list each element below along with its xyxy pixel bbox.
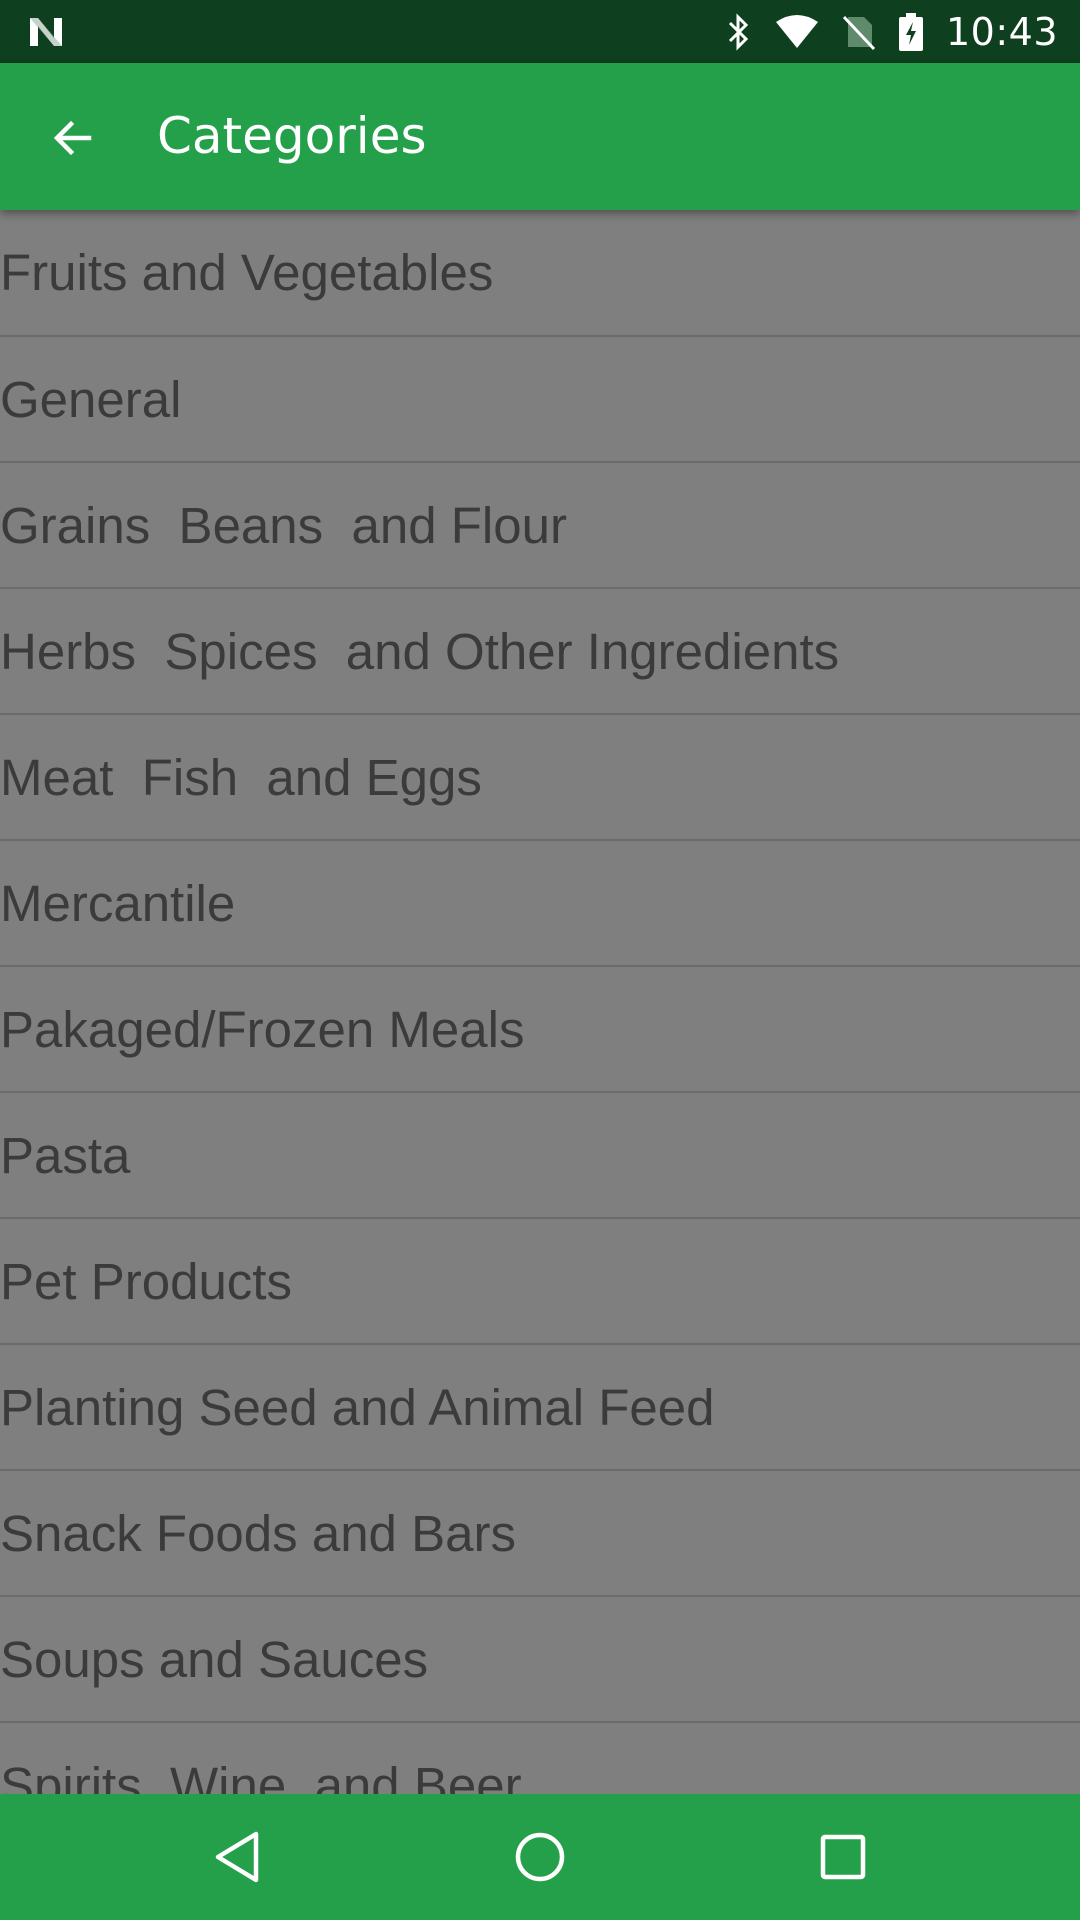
- list-item[interactable]: Pakaged/Frozen Meals: [0, 967, 1080, 1093]
- status-time: 10:43: [945, 9, 1058, 54]
- category-list[interactable]: Fruits and Vegetables General Grains Bea…: [0, 210, 1080, 1794]
- list-item[interactable]: Grains Beans and Flour: [0, 463, 1080, 589]
- back-button[interactable]: [38, 103, 108, 173]
- list-item[interactable]: General: [0, 337, 1080, 463]
- list-item[interactable]: Soups and Sauces: [0, 1597, 1080, 1723]
- notification-n-icon: [30, 18, 62, 46]
- list-item-label: Mercantile: [0, 874, 236, 932]
- arrow-back-icon: [53, 120, 92, 156]
- app-bar: Categories: [0, 63, 1080, 210]
- list-item[interactable]: Planting Seed and Animal Feed: [0, 1345, 1080, 1471]
- list-item[interactable]: Fruits and Vegetables: [0, 210, 1080, 337]
- list-item-label: Planting Seed and Animal Feed: [0, 1378, 715, 1436]
- navigation-bar: [0, 1794, 1080, 1920]
- list-item-label: Pakaged/Frozen Meals: [0, 1000, 525, 1058]
- list-item-label: General: [0, 370, 182, 428]
- list-item-label: Soups and Sauces: [0, 1630, 429, 1688]
- list-item[interactable]: Meat Fish and Eggs: [0, 715, 1080, 841]
- list-item-label: Pet Products: [0, 1252, 292, 1310]
- nav-home-button[interactable]: [505, 1822, 575, 1892]
- list-item[interactable]: Snack Foods and Bars: [0, 1471, 1080, 1597]
- bluetooth-icon: [728, 12, 749, 51]
- no-sim-icon: [842, 15, 876, 50]
- list-item-label: Spirits Wine and Beer: [0, 1756, 522, 1795]
- battery-charging-icon: [898, 12, 923, 51]
- list-item-label: Snack Foods and Bars: [0, 1504, 516, 1562]
- status-icons: 10:43: [726, 0, 1058, 63]
- page-title: Categories: [157, 107, 427, 165]
- nav-home-icon: [515, 1832, 565, 1882]
- wifi-icon: [775, 14, 818, 48]
- list-item-label: Fruits and Vegetables: [0, 244, 494, 301]
- list-item[interactable]: Spirits Wine and Beer: [0, 1723, 1080, 1795]
- list-item-label: Pasta: [0, 1126, 131, 1184]
- nav-back-icon: [215, 1831, 259, 1883]
- list-item[interactable]: Pasta: [0, 1093, 1080, 1219]
- list-item[interactable]: Mercantile: [0, 841, 1080, 967]
- list-item-label: Meat Fish and Eggs: [0, 748, 482, 806]
- list-item-label: Herbs Spices and Other Ingredients: [0, 622, 840, 680]
- list-item[interactable]: Herbs Spices and Other Ingredients: [0, 589, 1080, 715]
- nav-recents-button[interactable]: [808, 1822, 878, 1892]
- status-bar: 10:43: [0, 0, 1080, 63]
- nav-recents-icon: [820, 1834, 866, 1880]
- nav-back-button[interactable]: [202, 1822, 272, 1892]
- list-item[interactable]: Pet Products: [0, 1219, 1080, 1345]
- list-item-label: Grains Beans and Flour: [0, 496, 567, 554]
